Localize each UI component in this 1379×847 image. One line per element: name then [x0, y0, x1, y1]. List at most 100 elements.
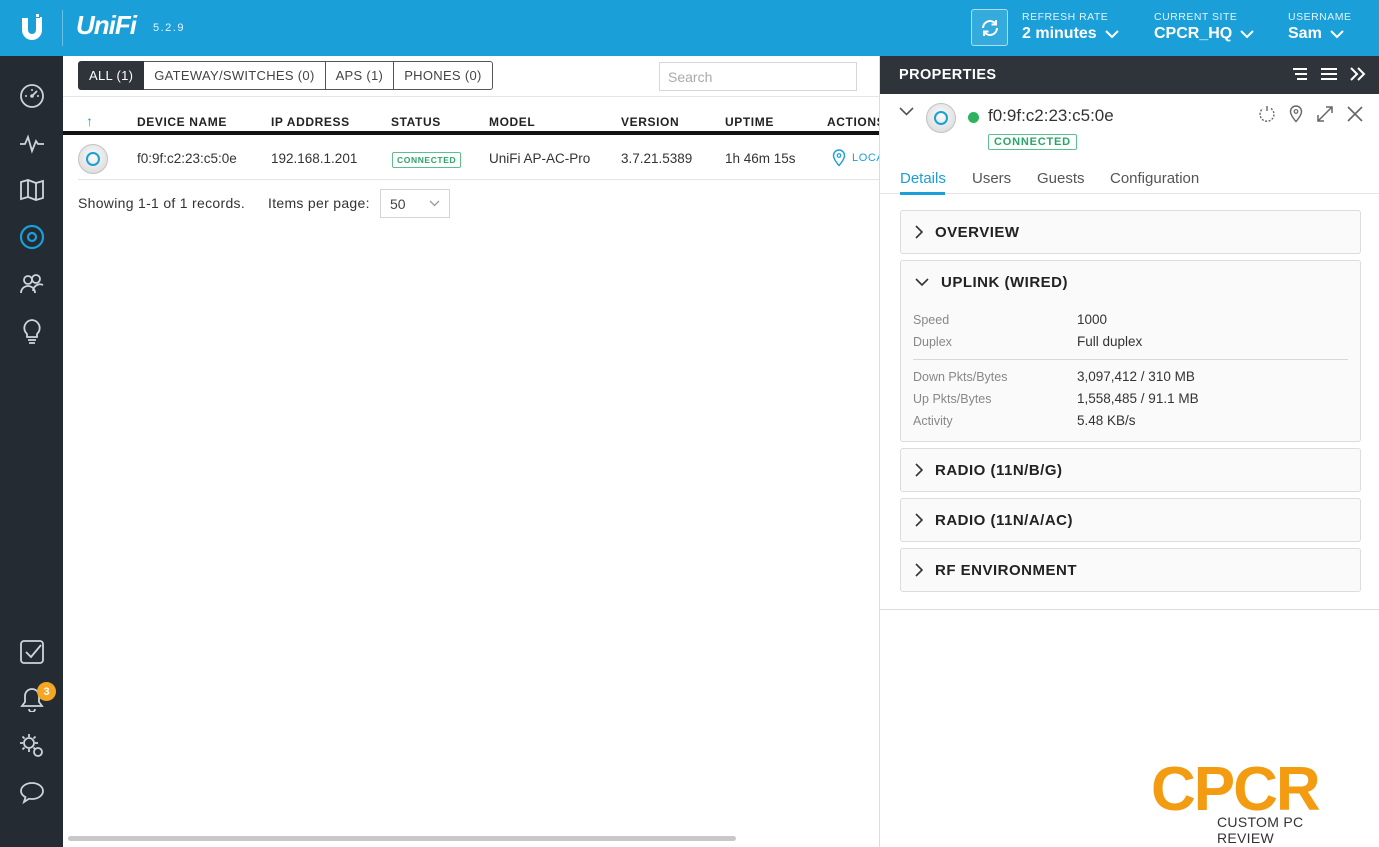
column-uptime[interactable]: UPTIME	[725, 115, 774, 129]
watermark-logo: CPCR CUSTOM PC REVIEW	[1151, 755, 1356, 846]
section-radio-ng[interactable]: RADIO (11N/B/G)	[900, 448, 1361, 492]
filter-aps[interactable]: APS (1)	[325, 61, 395, 90]
cell-model: UniFi AP-AC-Pro	[489, 151, 591, 166]
locate-pin-icon[interactable]	[1288, 105, 1304, 123]
locate-action[interactable]: LOCATE	[832, 149, 879, 167]
chevron-down-icon	[1240, 30, 1254, 39]
top-bar: UniFi 5.2.9 REFRESH RATE 2 minutes CURRE…	[0, 0, 1379, 56]
ubiquiti-logo-icon[interactable]	[14, 10, 50, 46]
checkbox-icon	[20, 640, 44, 664]
filter-phones[interactable]: PHONES (0)	[394, 61, 493, 90]
username-menu[interactable]: USERNAME Sam	[1288, 11, 1352, 43]
sidebar-item-settings[interactable]	[12, 726, 52, 766]
section-title: RF ENVIRONMENT	[935, 561, 1077, 579]
sidebar-item-devices[interactable]	[12, 217, 52, 257]
devices-main: ALL (1) GATEWAY/SWITCHES (0) APS (1) PHO…	[63, 56, 879, 847]
tab-users[interactable]: Users	[972, 170, 1011, 187]
map-icon	[20, 179, 44, 201]
column-version[interactable]: VERSION	[621, 115, 679, 129]
refresh-icon	[981, 19, 998, 36]
column-device-name[interactable]: DEVICE NAME	[137, 115, 227, 129]
chevron-right-icon	[915, 463, 923, 477]
sidebar-item-chat[interactable]	[12, 773, 52, 813]
chevron-down-icon[interactable]	[899, 107, 914, 117]
refresh-rate-value: 2 minutes	[1022, 25, 1097, 42]
divider	[63, 96, 879, 97]
filter-gateway-switches[interactable]: GATEWAY/SWITCHES (0)	[144, 61, 326, 90]
search-input[interactable]	[668, 68, 849, 85]
refresh-rate-selector[interactable]: REFRESH RATE 2 minutes	[1022, 11, 1119, 43]
tab-details[interactable]: Details	[900, 170, 946, 187]
items-per-page-value: 50	[390, 195, 406, 212]
items-per-page-select[interactable]: 50	[380, 189, 450, 218]
column-model[interactable]: MODEL	[489, 115, 535, 129]
up-pkts-value: 1,558,485 / 91.1 MB	[1077, 391, 1199, 406]
dashboard-icon	[20, 84, 44, 108]
chevron-down-icon	[1330, 30, 1344, 39]
speed-label: Speed	[913, 313, 950, 327]
sidebar-item-statistics[interactable]	[12, 123, 52, 163]
popout-icon[interactable]	[1316, 105, 1334, 123]
tab-guests[interactable]: Guests	[1037, 170, 1085, 187]
location-pin-icon	[832, 149, 846, 167]
sidebar-item-insights[interactable]	[12, 311, 52, 351]
device-name: f0:9f:c2:23:c5:0e	[988, 106, 1114, 125]
watermark-text: CUSTOM PC REVIEW	[1217, 814, 1304, 846]
username-value: Sam	[1288, 25, 1322, 42]
refresh-button[interactable]	[971, 9, 1008, 46]
panel-title: PROPERTIES	[899, 67, 997, 83]
gear-icon	[20, 734, 43, 757]
restart-icon[interactable]	[1258, 105, 1276, 123]
lightbulb-icon	[23, 319, 41, 344]
sidebar-item-map[interactable]	[12, 170, 52, 210]
username-label: USERNAME	[1288, 11, 1352, 23]
column-status[interactable]: STATUS	[391, 115, 441, 129]
records-count: Showing 1-1 of 1 records.	[78, 195, 246, 211]
column-ip-address[interactable]: IP ADDRESS	[271, 115, 350, 129]
section-title: RADIO (11N/A/AC)	[935, 511, 1074, 529]
properties-panel: PROPERTIES f0:9f:c2:23:c5:0e CONNECTED D…	[879, 56, 1379, 847]
sidebar: 3	[0, 56, 63, 847]
sidebar-item-clients[interactable]	[12, 264, 52, 304]
down-pkts-label: Down Pkts/Bytes	[913, 370, 1008, 384]
brand-logo: UniFi	[76, 10, 137, 40]
section-radio-na[interactable]: RADIO (11N/A/AC)	[900, 498, 1361, 542]
section-overview[interactable]: OVERVIEW	[900, 210, 1361, 254]
table-header: ↑ DEVICE NAME IP ADDRESS STATUS MODEL VE…	[63, 113, 879, 135]
divider	[913, 359, 1348, 360]
statistics-icon	[20, 134, 44, 154]
topbar-divider	[62, 10, 63, 46]
sort-arrow-icon[interactable]: ↑	[86, 113, 94, 129]
table-row[interactable]: f0:9f:c2:23:c5:0e 192.168.1.201 CONNECTE…	[78, 139, 879, 180]
device-filter-tabs: ALL (1) GATEWAY/SWITCHES (0) APS (1) PHO…	[78, 61, 493, 90]
items-per-page-label: Items per page:	[268, 195, 370, 211]
collapse-all-icon[interactable]	[1291, 66, 1309, 82]
close-panel-icon[interactable]	[1349, 66, 1367, 82]
sidebar-item-events[interactable]	[12, 632, 52, 672]
sidebar-item-dashboard[interactable]	[12, 76, 52, 116]
section-rf-environment[interactable]: RF ENVIRONMENT	[900, 548, 1361, 592]
close-icon[interactable]	[1346, 105, 1364, 123]
activity-value: 5.48 KB/s	[1077, 413, 1136, 428]
clients-icon	[20, 274, 44, 294]
expand-all-icon[interactable]	[1320, 66, 1338, 82]
refresh-rate-label: REFRESH RATE	[1022, 11, 1109, 23]
horizontal-scrollbar[interactable]	[68, 836, 736, 841]
chevron-down-icon	[1104, 30, 1119, 39]
devices-icon	[19, 224, 45, 250]
device-status-badge: CONNECTED	[988, 134, 1077, 150]
section-uplink-header[interactable]: UPLINK (WIRED)	[901, 261, 1360, 303]
search-box	[659, 62, 857, 91]
chat-icon	[20, 782, 44, 805]
version-label: 5.2.9	[153, 22, 185, 34]
cell-device-name[interactable]: f0:9f:c2:23:c5:0e	[137, 151, 237, 166]
status-badge: CONNECTED	[392, 152, 462, 168]
chevron-down-icon	[429, 200, 440, 207]
access-point-icon	[78, 144, 108, 174]
duplex-value: Full duplex	[1077, 334, 1143, 349]
filter-all[interactable]: ALL (1)	[78, 61, 145, 90]
speed-value: 1000	[1077, 312, 1108, 327]
activity-label: Activity	[913, 414, 953, 428]
tab-configuration[interactable]: Configuration	[1110, 170, 1199, 187]
current-site-selector[interactable]: CURRENT SITE CPCR_HQ	[1154, 11, 1254, 43]
